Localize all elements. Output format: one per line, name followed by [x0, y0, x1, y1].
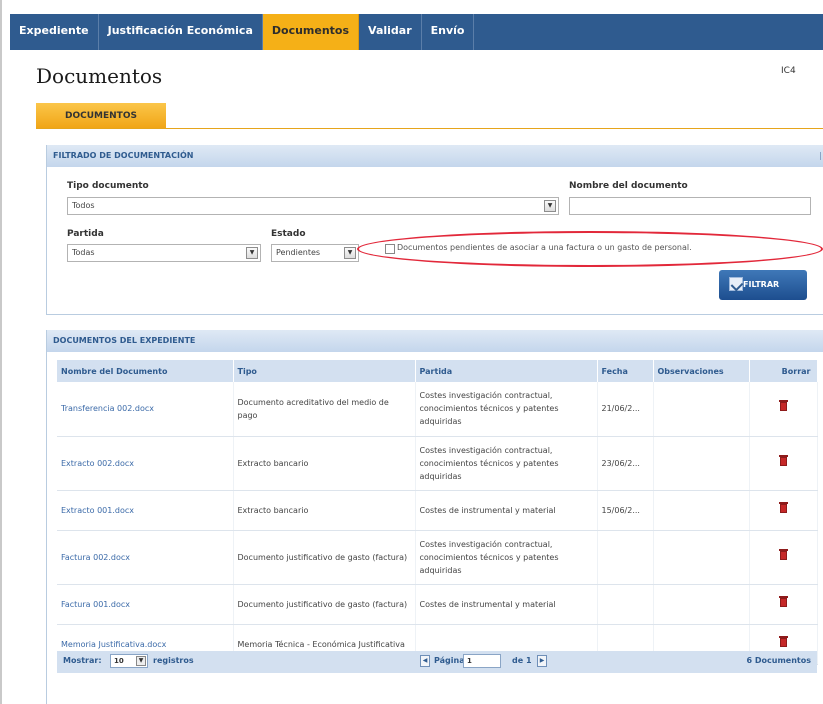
page-title: Documentos — [36, 64, 163, 88]
registros-label: registros — [153, 656, 194, 665]
col-header-tipo[interactable]: Tipo — [233, 360, 416, 382]
document-name-link[interactable]: Factura 002.docx — [57, 530, 234, 585]
chevron-down-icon[interactable]: ▼ — [136, 656, 146, 666]
page-of-label: de 1 — [512, 656, 532, 665]
partida-label: Partida — [67, 229, 104, 239]
page-label: Página — [434, 656, 465, 665]
nav-expediente[interactable]: Expediente — [10, 14, 99, 50]
col-header-observaciones[interactable]: Observaciones — [653, 360, 750, 382]
window-top-strip — [0, 0, 823, 14]
tipo-documento-select[interactable]: Todos ▼ — [67, 197, 559, 215]
page-code: IC4 — [781, 66, 796, 76]
document-type: Documento justificativo de gasto (factur… — [233, 530, 416, 585]
table-row: Transferencia 002.docx Documento acredit… — [57, 382, 818, 437]
document-partida: Costes de instrumental y material — [415, 490, 598, 531]
document-partida: Costes investigación contractual, conoci… — [415, 382, 598, 437]
show-label: Mostrar: — [63, 656, 102, 665]
filter-panel: FILTRADO DE DOCUMENTACIÓN Tipo documento… — [46, 145, 823, 315]
document-partida: Costes investigación contractual, conoci… — [415, 436, 598, 491]
nav-justificacion-economica[interactable]: Justificación Económica — [99, 14, 263, 50]
table-row: Factura 001.docx Documento justificativo… — [57, 584, 818, 625]
pending-docs-checkbox[interactable] — [385, 244, 395, 254]
delete-cell — [749, 584, 818, 625]
document-date — [597, 584, 654, 625]
col-header-borrar: Borrar — [749, 360, 818, 382]
delete-cell — [749, 436, 818, 491]
table-row: Factura 002.docx Documento justificativo… — [57, 530, 818, 585]
filter-icon — [729, 277, 743, 291]
document-name-link[interactable]: Transferencia 002.docx — [57, 382, 234, 437]
col-header-partida[interactable]: Partida — [415, 360, 598, 382]
documents-panel: DOCUMENTOS DEL EXPEDIENTE Nombre del Doc… — [46, 330, 823, 704]
document-date — [597, 530, 654, 585]
delete-icon[interactable] — [778, 635, 788, 647]
chevron-down-icon[interactable]: ▼ — [344, 247, 356, 259]
nav-documentos[interactable]: Documentos — [262, 14, 360, 50]
nav-envio[interactable]: Envío — [422, 14, 475, 50]
col-header-nombre[interactable]: Nombre del Documento — [57, 360, 234, 382]
tipo-documento-label: Tipo documento — [67, 181, 149, 191]
tipo-documento-value: Todos — [72, 201, 95, 210]
tab-underline — [36, 128, 823, 129]
page-number-input[interactable]: 1 — [463, 654, 501, 668]
pending-docs-checkbox-label[interactable]: Documentos pendientes de asociar a una f… — [397, 243, 692, 252]
document-date: 15/06/2... — [597, 490, 654, 531]
documents-panel-title: DOCUMENTOS DEL EXPEDIENTE — [53, 336, 196, 345]
delete-icon[interactable] — [778, 454, 788, 466]
document-date: 21/06/2... — [597, 382, 654, 437]
left-border — [0, 0, 2, 704]
partida-value: Todas — [72, 248, 95, 257]
chevron-down-icon[interactable]: ▼ — [246, 247, 258, 259]
tab-documentos[interactable]: DOCUMENTOS — [36, 103, 166, 129]
filter-panel-header[interactable]: FILTRADO DE DOCUMENTACIÓN — [47, 145, 823, 167]
estado-value: Pendientes — [276, 248, 321, 257]
document-partida: Costes de instrumental y material — [415, 584, 598, 625]
chevron-down-icon[interactable]: ▼ — [544, 200, 556, 212]
document-type: Extracto bancario — [233, 490, 416, 531]
per-page-select[interactable]: 10 ▼ — [110, 654, 148, 668]
prev-page-icon[interactable]: ◀ — [420, 655, 430, 667]
filter-panel-title: FILTRADO DE DOCUMENTACIÓN — [53, 151, 194, 160]
document-name-link[interactable]: Factura 001.docx — [57, 584, 234, 625]
document-type: Documento acreditativo del medio de pago — [233, 382, 416, 437]
nombre-documento-label: Nombre del documento — [569, 181, 688, 191]
document-type: Extracto bancario — [233, 436, 416, 491]
document-observations — [653, 584, 750, 625]
document-date: 23/06/2... — [597, 436, 654, 491]
document-partida: Costes investigación contractual, conoci… — [415, 530, 598, 585]
document-type: Documento justificativo de gasto (factur… — [233, 584, 416, 625]
delete-icon[interactable] — [778, 548, 788, 560]
estado-label: Estado — [271, 229, 306, 239]
document-observations — [653, 490, 750, 531]
table-row: Extracto 001.docx Extracto bancario Cost… — [57, 490, 818, 531]
documents-table: Nombre del Documento Tipo Partida Fecha … — [57, 360, 818, 665]
partida-select[interactable]: Todas ▼ — [67, 244, 261, 262]
per-page-value: 10 — [114, 657, 124, 665]
filtrar-button-label: FILTRAR — [743, 280, 780, 289]
document-count: 6 Documentos — [746, 656, 811, 665]
col-header-fecha[interactable]: Fecha — [597, 360, 654, 382]
table-row: Extracto 002.docx Extracto bancario Cost… — [57, 436, 818, 491]
delete-cell — [749, 530, 818, 585]
nav-validar[interactable]: Validar — [359, 14, 422, 50]
delete-cell — [749, 382, 818, 437]
document-name-link[interactable]: Extracto 001.docx — [57, 490, 234, 531]
table-pager: Mostrar: 10 ▼ registros ◀ Página 1 de 1 … — [57, 651, 817, 673]
document-observations — [653, 530, 750, 585]
delete-cell — [749, 490, 818, 531]
document-observations — [653, 382, 750, 437]
next-page-icon[interactable]: ▶ — [537, 655, 547, 667]
top-navigation: Expediente Justificación Económica Docum… — [10, 14, 823, 50]
delete-icon[interactable] — [778, 400, 788, 412]
filtrar-button[interactable]: FILTRAR — [719, 270, 807, 300]
documents-panel-header: DOCUMENTOS DEL EXPEDIENTE — [47, 330, 823, 352]
document-name-link[interactable]: Extracto 002.docx — [57, 436, 234, 491]
delete-icon[interactable] — [778, 595, 788, 607]
delete-icon[interactable] — [778, 501, 788, 513]
document-observations — [653, 436, 750, 491]
table-header-row: Nombre del Documento Tipo Partida Fecha … — [57, 360, 818, 382]
estado-select[interactable]: Pendientes ▼ — [271, 244, 359, 262]
nombre-documento-input[interactable] — [569, 197, 811, 215]
